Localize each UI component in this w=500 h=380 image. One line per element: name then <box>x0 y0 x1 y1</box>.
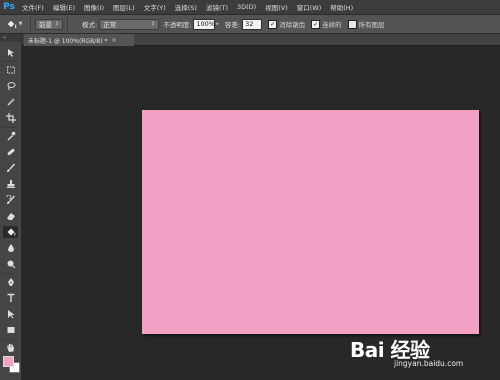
tool-quick-select[interactable] <box>3 96 18 108</box>
tool-history-brush[interactable] <box>3 194 18 206</box>
menu-window[interactable]: 窗口(W) <box>293 2 327 12</box>
menu-edit[interactable]: 编辑(E) <box>49 2 80 12</box>
all-layers-option[interactable]: 所有图层 <box>347 19 385 29</box>
divider <box>3 339 18 340</box>
tolerance-input[interactable]: 32 <box>242 18 263 30</box>
tool-move[interactable] <box>3 47 18 59</box>
menu-type[interactable]: 文字(Y) <box>140 2 171 12</box>
all-layers-checkbox[interactable] <box>347 19 357 29</box>
contiguous-option[interactable]: ✓ 连续的 <box>311 19 342 29</box>
tool-crop[interactable] <box>3 112 18 124</box>
tool-rectangle[interactable] <box>3 324 18 336</box>
quick-select-icon <box>6 98 15 106</box>
antialias-label: 消除锯齿 <box>279 21 306 29</box>
color-swatches <box>2 356 22 378</box>
menu-file[interactable]: 文件(F) <box>18 2 49 12</box>
document-tab[interactable]: 未标题-1 @ 100%(RGB/8) * × <box>24 34 134 46</box>
path-select-icon <box>7 310 14 319</box>
divider <box>30 17 31 31</box>
contiguous-checkbox[interactable]: ✓ <box>311 19 321 29</box>
mode-label: 模式: <box>82 21 98 29</box>
antialias-checkbox[interactable]: ✓ <box>268 19 278 29</box>
menu-image[interactable]: 图像(I) <box>80 2 109 12</box>
chevron-updown-icon: ⇕ <box>151 21 156 27</box>
opacity-input[interactable]: 100% <box>193 18 216 30</box>
antialias-option[interactable]: ✓ 消除锯齿 <box>268 19 305 29</box>
mode-select[interactable]: 正常 ⇕ <box>99 18 160 30</box>
blur-icon <box>7 244 14 252</box>
tool-options-bar: ▼ 前景 ⇕ 模式: 正常 ⇕ 不透明度: 100% ▸ 容差: 32 ✓ 消除… <box>0 14 500 34</box>
move-icon <box>7 49 14 57</box>
tool-blur[interactable] <box>3 242 18 254</box>
clone-stamp-icon <box>6 180 15 188</box>
menu-filter[interactable]: 滤镜(T) <box>202 2 233 12</box>
chevron-down-icon: ▼ <box>18 21 23 27</box>
type-icon <box>7 293 14 302</box>
tolerance-label: 容差: <box>224 21 241 29</box>
tool-hand[interactable] <box>3 342 18 354</box>
toolbox-collapse-button[interactable]: « <box>0 34 21 42</box>
eraser-icon <box>6 213 15 220</box>
divider <box>3 61 18 62</box>
fill-source-value: 前景 <box>39 21 52 29</box>
history-brush-icon <box>6 195 15 204</box>
watermark-url: jingyan.baidu.com <box>394 359 464 368</box>
menu-bar: Ps 文件(F) 编辑(E) 图像(I) 图层(L) 文字(Y) 选择(S) 滤… <box>0 0 500 14</box>
tool-pen[interactable] <box>3 276 18 288</box>
tool-eraser[interactable] <box>3 210 18 222</box>
paint-bucket-icon <box>7 228 15 236</box>
tool-paint-bucket[interactable] <box>3 226 18 238</box>
rectangle-icon <box>7 327 14 333</box>
tool-brush[interactable] <box>3 162 18 174</box>
divider <box>3 127 18 128</box>
tool-eyedropper[interactable] <box>3 130 18 142</box>
document-tab-bar: 未标题-1 @ 100%(RGB/8) * × <box>22 34 500 46</box>
menu-3d[interactable]: 3D(D) <box>233 3 261 11</box>
tool-preset-picker[interactable]: ▼ <box>0 16 26 32</box>
healing-brush-icon <box>7 148 14 156</box>
marquee-icon <box>6 66 15 74</box>
menu-select[interactable]: 选择(S) <box>171 2 202 12</box>
eyedropper-icon <box>7 131 15 141</box>
contiguous-label: 连续的 <box>322 21 342 29</box>
opacity-label: 不透明度: <box>163 21 192 29</box>
tool-marquee[interactable] <box>3 64 18 76</box>
tool-dodge[interactable] <box>3 258 18 270</box>
menu-layer[interactable]: 图层(L) <box>109 2 140 12</box>
tool-type[interactable] <box>3 292 18 304</box>
tool-clone-stamp[interactable] <box>3 178 18 190</box>
document-canvas[interactable] <box>142 110 479 334</box>
tool-lasso[interactable] <box>3 80 18 92</box>
hand-icon <box>6 343 14 352</box>
all-layers-label: 所有图层 <box>358 21 385 29</box>
paint-bucket-icon <box>6 19 16 29</box>
close-icon[interactable]: × <box>111 37 116 44</box>
tool-healing-brush[interactable] <box>3 146 18 158</box>
divider <box>3 273 18 274</box>
mode-value: 正常 <box>103 21 117 29</box>
pen-icon <box>7 278 14 286</box>
baidu-jingyan-watermark: Bai 经验 jingyan.baidu.com <box>350 328 482 369</box>
collapse-icon: « <box>3 35 7 41</box>
tool-path-select[interactable] <box>3 308 18 320</box>
menu-help[interactable]: 帮助(H) <box>326 2 358 12</box>
lasso-icon <box>7 82 15 91</box>
brush-icon <box>6 163 15 172</box>
toolbox: « <box>0 34 22 380</box>
foreground-color-swatch[interactable] <box>3 356 14 367</box>
fill-source-select[interactable]: 前景 ⇕ <box>35 18 63 30</box>
document-tab-label: 未标题-1 @ 100%(RGB/8) * <box>28 37 108 45</box>
chevron-updown-icon: ⇕ <box>54 21 59 27</box>
crop-icon <box>5 113 16 123</box>
menu-view[interactable]: 视图(V) <box>261 2 293 12</box>
photoshop-logo[interactable]: Ps <box>0 0 18 14</box>
dodge-icon <box>7 260 15 269</box>
divider <box>67 17 68 31</box>
opacity-slider-arrow-icon[interactable]: ▸ <box>216 21 219 27</box>
